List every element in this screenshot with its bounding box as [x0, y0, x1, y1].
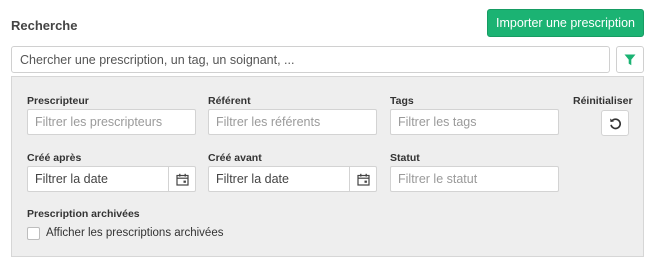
- show-archived-checkbox[interactable]: [27, 227, 40, 240]
- referent-label: Référent: [208, 95, 251, 107]
- calendar-icon: [175, 173, 189, 186]
- cree-avant-date-input[interactable]: [209, 167, 349, 191]
- filters-panel: Prescripteur Référent Tags Réinitialiser…: [11, 76, 644, 257]
- tags-filter-input[interactable]: [390, 109, 559, 135]
- referent-filter-input[interactable]: [208, 109, 377, 135]
- search-input[interactable]: [11, 46, 610, 73]
- page-title: Recherche: [11, 18, 78, 33]
- cree-apres-label: Créé après: [27, 152, 82, 164]
- show-archived-label[interactable]: Afficher les prescriptions archivées: [46, 227, 223, 239]
- cree-avant-calendar-button[interactable]: [349, 167, 376, 191]
- prescripteur-filter-input[interactable]: [27, 109, 196, 135]
- filter-toggle-button[interactable]: [616, 46, 644, 73]
- calendar-icon: [356, 173, 370, 186]
- reset-label: Réinitialiser: [573, 95, 633, 107]
- cree-apres-date-input[interactable]: [28, 167, 168, 191]
- import-prescription-button[interactable]: Importer une prescription: [487, 9, 644, 37]
- tags-label: Tags: [390, 95, 414, 107]
- archived-section-label: Prescription archivées: [27, 208, 140, 220]
- undo-icon: [609, 117, 621, 129]
- cree-avant-date-picker: [208, 166, 377, 192]
- statut-label: Statut: [390, 152, 420, 164]
- cree-apres-calendar-button[interactable]: [168, 167, 195, 191]
- cree-apres-date-picker: [27, 166, 196, 192]
- cree-avant-label: Créé avant: [208, 152, 262, 164]
- statut-filter-input[interactable]: [390, 166, 559, 192]
- reset-filters-button[interactable]: [601, 110, 629, 136]
- prescripteur-label: Prescripteur: [27, 95, 89, 107]
- funnel-icon: [624, 54, 636, 65]
